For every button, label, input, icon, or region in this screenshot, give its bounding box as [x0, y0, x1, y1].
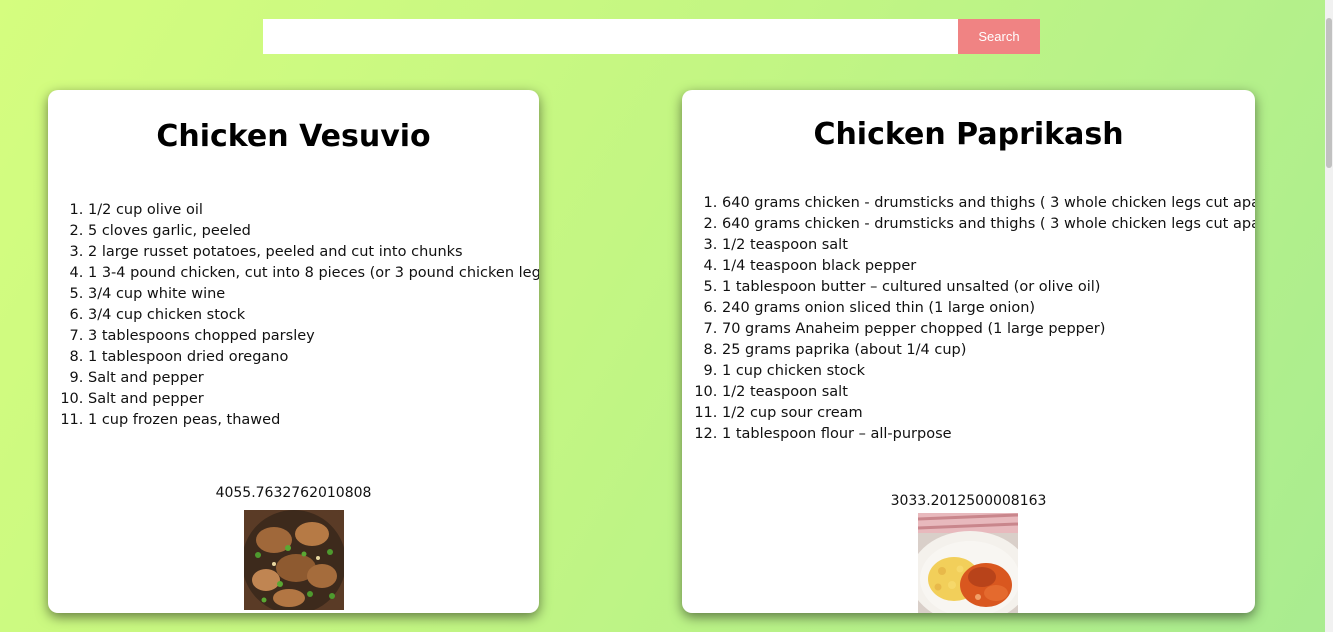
ingredient-item: 25 grams paprika (about 1/4 cup): [722, 340, 1255, 361]
ingredient-item: 240 grams onion sliced thin (1 large oni…: [722, 298, 1255, 319]
page-scrollbar[interactable]: [1325, 0, 1333, 632]
search-input[interactable]: [263, 19, 958, 54]
search-form: Search: [263, 19, 1040, 54]
ingredient-list: 640 grams chicken - drumsticks and thigh…: [682, 193, 1255, 445]
ingredient-item: Salt and pepper: [88, 389, 539, 410]
recipe-title: Chicken Paprikash: [813, 117, 1124, 152]
ingredient-item: 1 tablespoon dried oregano: [88, 347, 539, 368]
ingredient-item: 1 cup chicken stock: [722, 361, 1255, 382]
ingredient-item: 1 tablespoon flour – all-purpose: [722, 424, 1255, 445]
recipe-card: Chicken Paprikash 640 grams chicken - dr…: [682, 90, 1255, 613]
search-button[interactable]: Search: [958, 19, 1040, 54]
ingredient-item: Salt and pepper: [88, 368, 539, 389]
chicken-paprikash-photo: [918, 513, 1018, 613]
ingredient-item: 2 large russet potatoes, peeled and cut …: [88, 242, 539, 263]
ingredient-item: 640 grams chicken - drumsticks and thigh…: [722, 193, 1255, 214]
recipe-card: Chicken Vesuvio 1/2 cup olive oil 5 clov…: [48, 90, 539, 613]
ingredient-item: 1/2 teaspoon salt: [722, 235, 1255, 256]
recipe-image: [244, 510, 344, 610]
chicken-vesuvio-photo: [244, 510, 344, 610]
ingredient-item: 1/2 teaspoon salt: [722, 382, 1255, 403]
ingredient-item: 1 3-4 pound chicken, cut into 8 pieces (…: [88, 263, 539, 284]
ingredient-item: 1/2 cup olive oil: [88, 200, 539, 221]
ingredient-item: 1 tablespoon butter – cultured unsalted …: [722, 277, 1255, 298]
ingredient-item: 3 tablespoons chopped parsley: [88, 326, 539, 347]
ingredient-item: 3/4 cup white wine: [88, 284, 539, 305]
ingredient-list: 1/2 cup olive oil 5 cloves garlic, peele…: [48, 200, 539, 431]
recipe-image: [918, 513, 1018, 613]
ingredient-item: 640 grams chicken - drumsticks and thigh…: [722, 214, 1255, 235]
recipe-title: Chicken Vesuvio: [156, 119, 431, 154]
recipe-calories: 4055.7632762010808: [215, 485, 372, 501]
scrollbar-thumb[interactable]: [1326, 18, 1332, 168]
ingredient-item: 5 cloves garlic, peeled: [88, 221, 539, 242]
ingredient-item: 1 cup frozen peas, thawed: [88, 410, 539, 431]
ingredient-item: 3/4 cup chicken stock: [88, 305, 539, 326]
ingredient-item: 1/4 teaspoon black pepper: [722, 256, 1255, 277]
recipe-calories: 3033.2012500008163: [890, 493, 1047, 509]
ingredient-item: 1/2 cup sour cream: [722, 403, 1255, 424]
ingredient-item: 70 grams Anaheim pepper chopped (1 large…: [722, 319, 1255, 340]
